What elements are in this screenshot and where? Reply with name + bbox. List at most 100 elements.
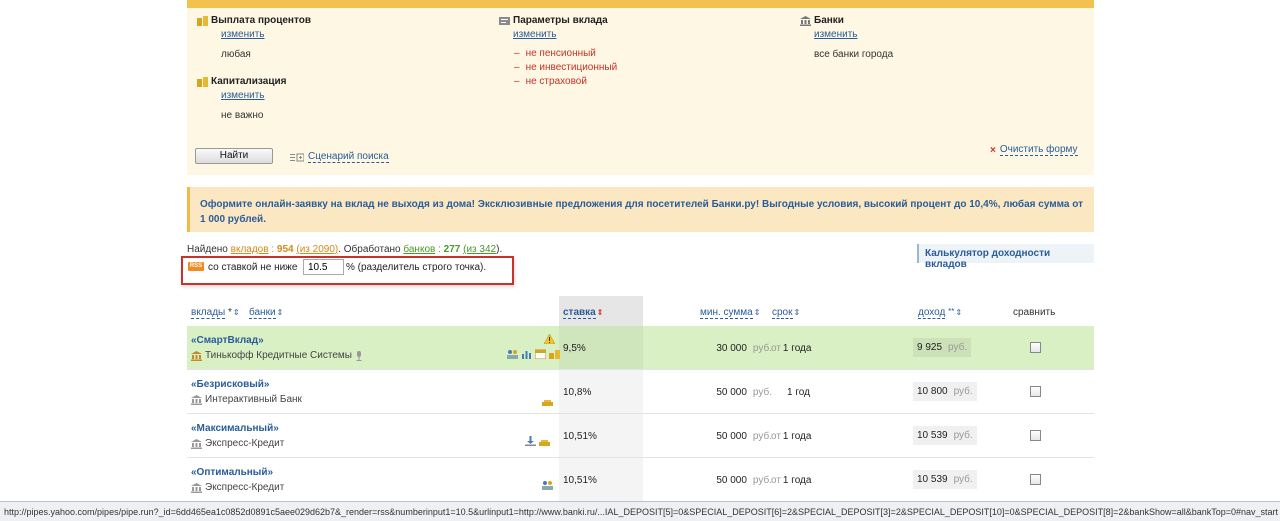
settings-icon [499,16,510,25]
param-item: не пенсионный [514,47,617,61]
table-header: вклады *⇕ банки⇕ ставка⇕ мин. сумма⇕ сро… [187,296,1094,326]
people-icon [542,481,553,490]
header-deposits[interactable]: вклады *⇕ [191,307,240,319]
income: 10 539 руб. [913,470,977,489]
find-button[interactable]: Найти [195,148,273,164]
term: от 1 года [771,475,811,486]
min-sum-value: 30 000 [716,343,747,354]
min-sum-value: 50 000 [716,387,747,398]
banks-link[interactable]: банков [403,244,435,255]
currency: руб. [953,386,973,397]
bank-icon [191,482,202,493]
bank-icon [191,394,202,405]
sort-icon: ⇕ [955,308,963,317]
filter-panel: Выплата процентов изменить любая Капитал… [187,0,1094,175]
term-prefix: от [771,431,781,442]
change-params-link[interactable]: изменить [513,29,557,40]
warning-badge [544,334,555,344]
compare-checkbox[interactable] [1030,430,1041,441]
sort-icon: ⇕ [793,308,801,317]
term-prefix: от [771,475,781,486]
currency: руб. [948,342,968,353]
income-value: 10 539 [917,430,948,441]
calculator-button[interactable]: Калькулятор доходности вкладов [917,244,1094,270]
feature-badges [507,349,560,359]
deposit-name-link[interactable]: «Оптимальный» [191,467,273,478]
filter-title: Банки [814,15,844,26]
header-min-sum-label[interactable]: мин. сумма [700,307,753,319]
header-income-label[interactable]: доход [918,307,946,319]
min-sum: 50 000 руб. [677,387,772,398]
term-value: 1 год [787,387,810,398]
status-bar-url: http://pipes.yahoo.com/pipes/pipe.run?_i… [0,501,1280,521]
min-sum: 30 000 руб. [677,343,772,354]
header-rate-label[interactable]: ставка [563,307,596,319]
currency: руб. [752,431,772,442]
param-item: не инвестиционный [514,61,618,75]
min-sum-value: 50 000 [716,431,747,442]
income: 10 539 руб. [913,426,977,445]
header-term[interactable]: срок⇕ [772,307,801,319]
scenario-link[interactable]: Сценарий поиска [308,151,389,163]
min-rate-input[interactable] [303,259,344,275]
tail-text: ). [496,244,503,255]
term-value: 1 года [782,431,812,442]
min-sum: 50 000 руб. [677,475,772,486]
filter-capitalization: Капитализация изменить не важно [197,76,286,121]
rate-value: 9,5% [563,343,586,354]
deposit-name-link[interactable]: «Безрисковый» [191,379,269,390]
header-deposits-label[interactable]: вклады [191,307,226,319]
deposit-name-link[interactable]: «Максимальный» [191,423,279,434]
microphone-icon [356,350,362,361]
filter-title: Капитализация [211,76,287,87]
currency: руб. [953,430,973,441]
term: от 1 года [771,431,811,442]
income-value: 10 539 [917,474,948,485]
scenario-link-wrap[interactable]: Сценарий поиска [290,151,389,163]
term-value: 1 года [782,475,812,486]
sort-icon: ⇕ [232,308,240,317]
banks-count: 277 [443,244,461,255]
calendar-icon [535,349,546,359]
bank-name: Экспресс-Кредит [205,438,285,449]
compare-checkbox[interactable] [1030,386,1041,397]
deposit-name-link[interactable]: «СмартВклад» [191,335,264,346]
bank-icon [800,15,811,26]
term: 1 год [785,387,810,398]
header-income[interactable]: доход **⇕ [918,307,963,319]
list-expand-icon [290,153,304,161]
params-list: не пенсионный не инвестиционный не страх… [514,47,618,89]
clear-form-link[interactable]: Очистить форму [999,144,1078,156]
rss-icon[interactable]: RSS [188,262,204,271]
compare-checkbox[interactable] [1030,474,1041,485]
bank-line: Интерактивный Банк [191,394,302,405]
coins-icon [539,440,550,446]
header-rate[interactable]: ставка⇕ [563,307,603,319]
change-interest-link[interactable]: изменить [221,29,265,40]
clear-form-wrap[interactable]: × Очистить форму [990,144,1078,156]
compare-checkbox[interactable] [1030,342,1041,353]
change-capitalization-link[interactable]: изменить [221,90,265,101]
term-value: 1 года [782,343,812,354]
header-banks-label[interactable]: банки [249,307,276,319]
warning-icon [544,334,555,344]
sort-icon: ⇕ [753,308,761,317]
filter-deposit-params: Параметры вклада изменить не пенсионный … [499,15,617,89]
coins-icon [197,76,208,87]
filter-title: Параметры вклада [513,15,608,26]
promo-banner[interactable]: Оформите онлайн-заявку на вклад не выход… [187,187,1094,232]
header-term-label[interactable]: срок [772,307,793,319]
banks-total-link[interactable]: (из 342 [463,244,496,255]
param-item: не страховой [514,75,617,89]
deposits-total-link[interactable]: (из 2090) [296,244,338,255]
header-min-sum[interactable]: мин. сумма⇕ [700,307,761,319]
filter-interest-payment: Выплата процентов изменить любая [197,15,311,60]
bank-line: Экспресс-Кредит [191,438,284,449]
header-banks[interactable]: банки⇕ [249,307,283,319]
coins-icon [197,15,208,26]
filter-accent-bar [187,0,1094,8]
change-banks-link[interactable]: изменить [814,29,858,40]
filter-value: не важно [221,110,264,121]
filter-banks: Банки изменить все банки города [800,15,893,60]
deposits-link[interactable]: вкладов [231,244,269,255]
